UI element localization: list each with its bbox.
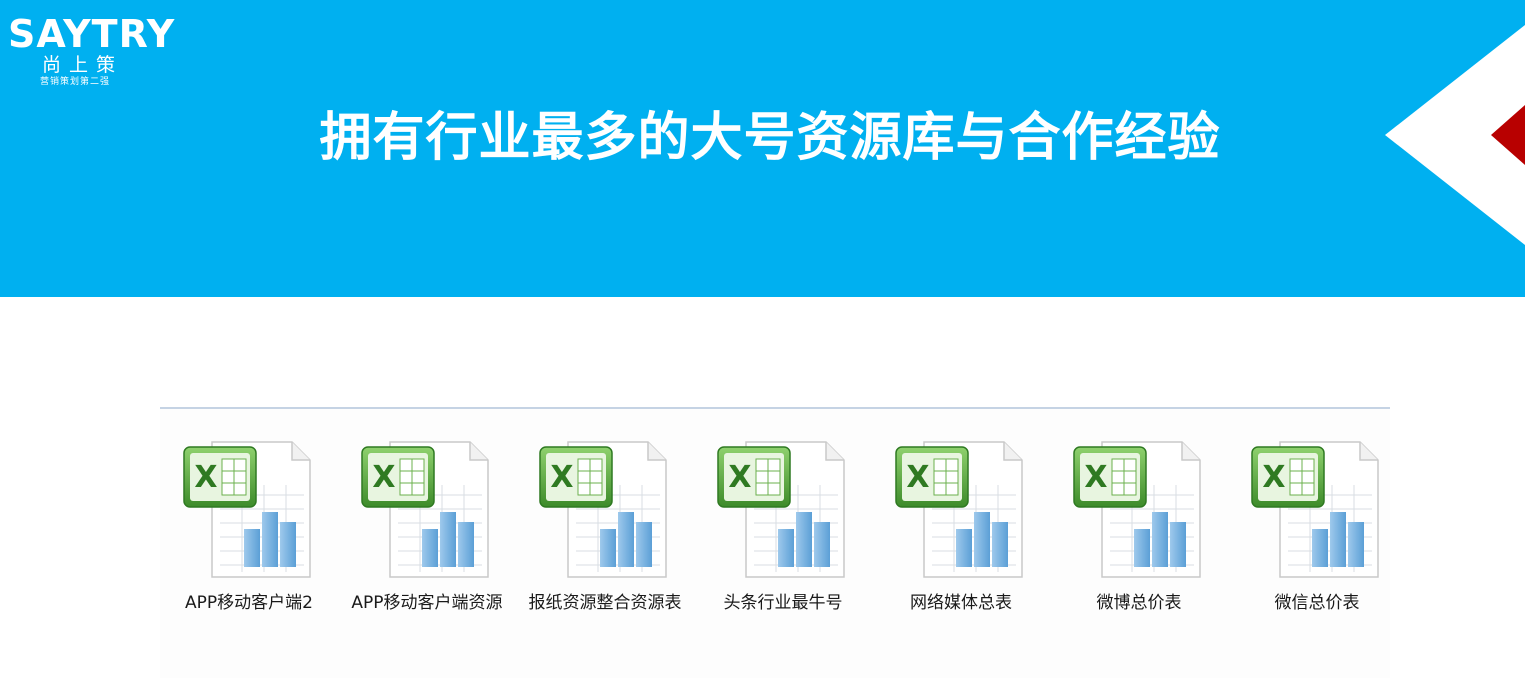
file-item[interactable]: APP移动客户端资源 [342, 437, 512, 616]
file-explorer-pane: APP移动客户端2 APP移动客户端资源 报纸资源整合资源表 头条行业最牛号 网… [160, 407, 1390, 678]
file-item[interactable]: 报纸资源整合资源表 [520, 437, 690, 616]
excel-file-icon [894, 437, 1028, 582]
file-item[interactable]: APP移动客户端2 [164, 437, 334, 616]
excel-file-icon [716, 437, 850, 582]
file-name: 微信总价表 [1274, 593, 1360, 613]
file-item[interactable]: 头条行业最牛号 [698, 437, 868, 616]
excel-file-icon [182, 437, 316, 582]
header-banner: SAYTRY 尚上策 营销策划第二强 拥有行业最多的大号资源库与合作经验 [0, 0, 1525, 297]
file-item[interactable]: 微信总价表 [1232, 437, 1402, 616]
excel-file-icon [360, 437, 494, 582]
arrow-decoration [1385, 25, 1525, 245]
saytry-logo: SAYTRY 尚上策 营销策划第二强 [8, 14, 178, 88]
logo-tagline: 营销策划第二强 [40, 77, 111, 87]
file-name: 微博总价表 [1096, 593, 1182, 613]
page-title: 拥有行业最多的大号资源库与合作经验 [319, 108, 1221, 168]
logo-chinese-name: 尚上策 [42, 54, 124, 76]
file-name: 网络媒体总表 [910, 593, 1012, 613]
logo-brand: SAYTRY [8, 12, 176, 56]
file-item[interactable]: 微博总价表 [1054, 437, 1224, 616]
excel-file-icon [1250, 437, 1384, 582]
file-name: 头条行业最牛号 [723, 593, 843, 613]
file-name: 报纸资源整合资源表 [528, 593, 682, 613]
file-name: APP移动客户端2 [185, 593, 313, 613]
excel-file-icon [1072, 437, 1206, 582]
file-name: APP移动客户端资源 [351, 593, 503, 613]
excel-file-icon [538, 437, 672, 582]
file-item[interactable]: 网络媒体总表 [876, 437, 1046, 616]
